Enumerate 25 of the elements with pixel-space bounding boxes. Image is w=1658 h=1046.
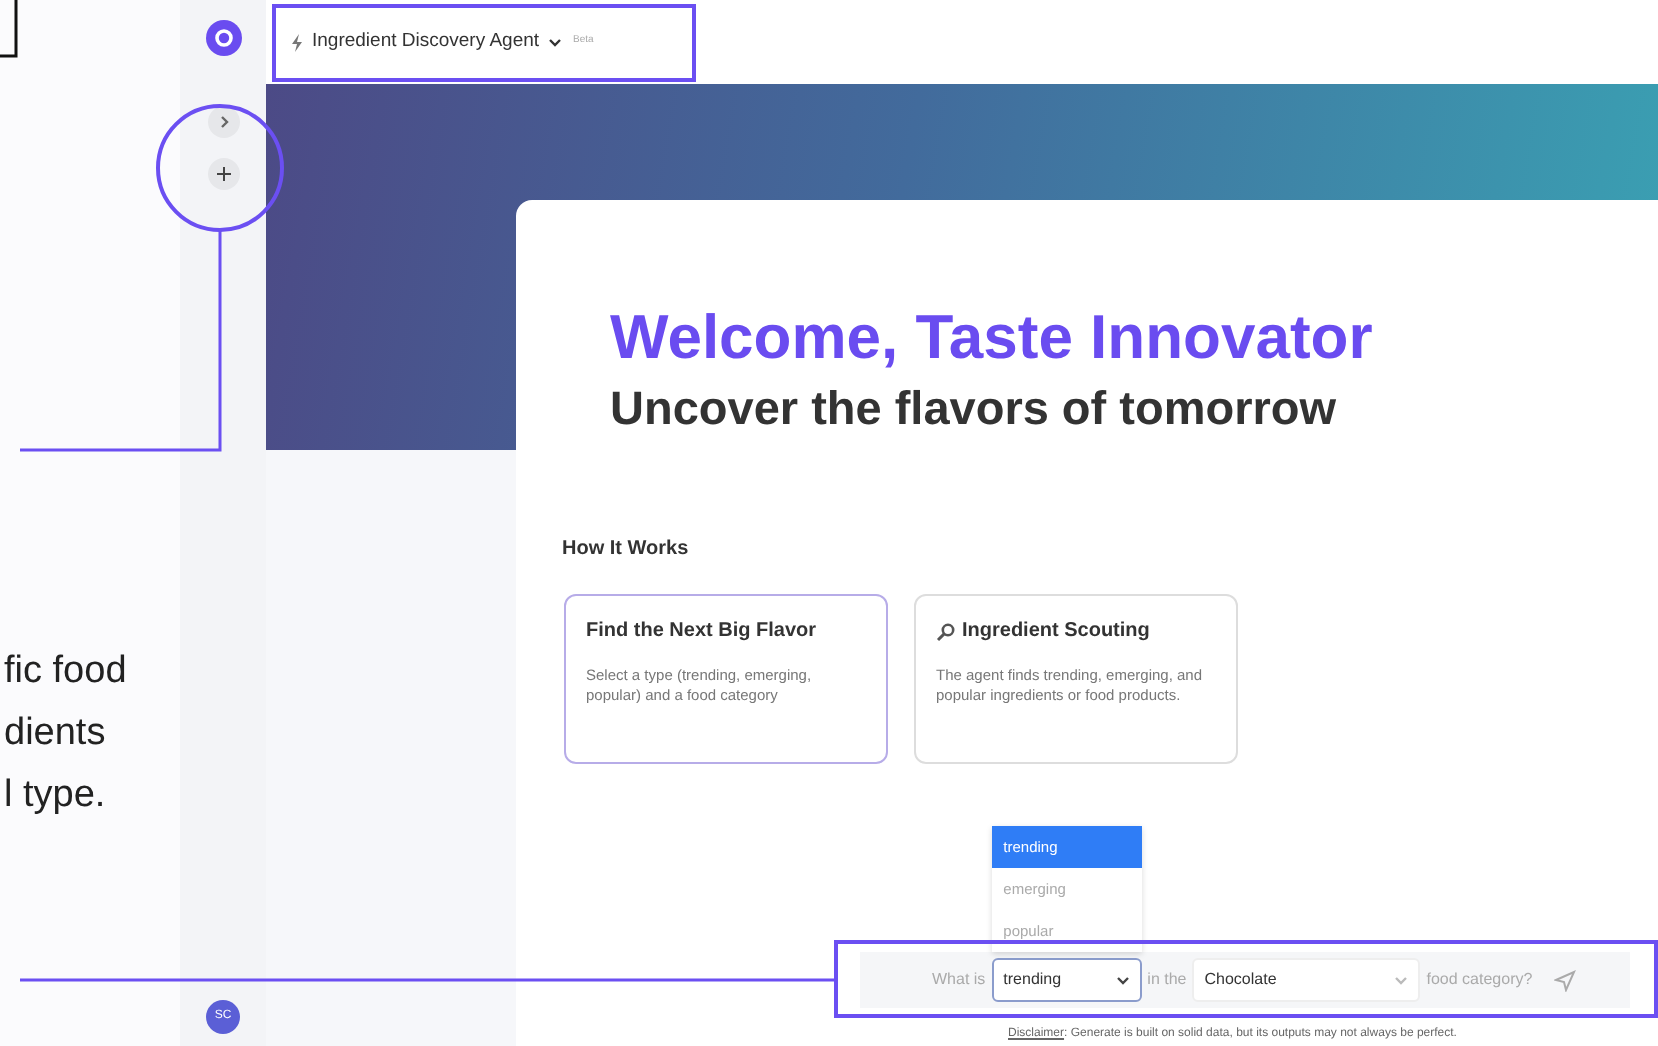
highlight-circle [156, 104, 284, 232]
category-select[interactable]: Chocolate [1192, 958, 1421, 1002]
chevron-icon [547, 37, 562, 47]
card-title: Find the Next Big Flavor [586, 618, 817, 647]
type-select[interactable]: trending [991, 958, 1142, 1002]
section-heading: How It Works [562, 536, 691, 565]
welcome-subheading: Uncover the flavors of tomorrow [610, 380, 1338, 437]
welcome-heading: Welcome, Taste Innovator [610, 304, 1375, 373]
search-icon [936, 621, 956, 642]
add-icon [213, 164, 233, 184]
chevron-icon [1394, 975, 1409, 985]
query-text: What is [932, 968, 986, 992]
corner-bracket [0, 0, 18, 58]
query-text: food category? [1426, 968, 1533, 992]
query-text: in the [1147, 968, 1187, 992]
logo-icon [205, 20, 241, 56]
annotation-text: fic food [2, 648, 129, 696]
annotation-text: dients [2, 710, 108, 758]
agent-selector[interactable]: Ingredient Discovery Agent [290, 27, 562, 57]
add-button[interactable] [207, 158, 239, 190]
expand-button[interactable] [207, 106, 239, 138]
chevron-icon [1115, 975, 1130, 985]
bolt-icon [290, 33, 304, 51]
card-title: Ingredient Scouting [962, 618, 1150, 647]
annotation-text: l type. [2, 772, 108, 820]
